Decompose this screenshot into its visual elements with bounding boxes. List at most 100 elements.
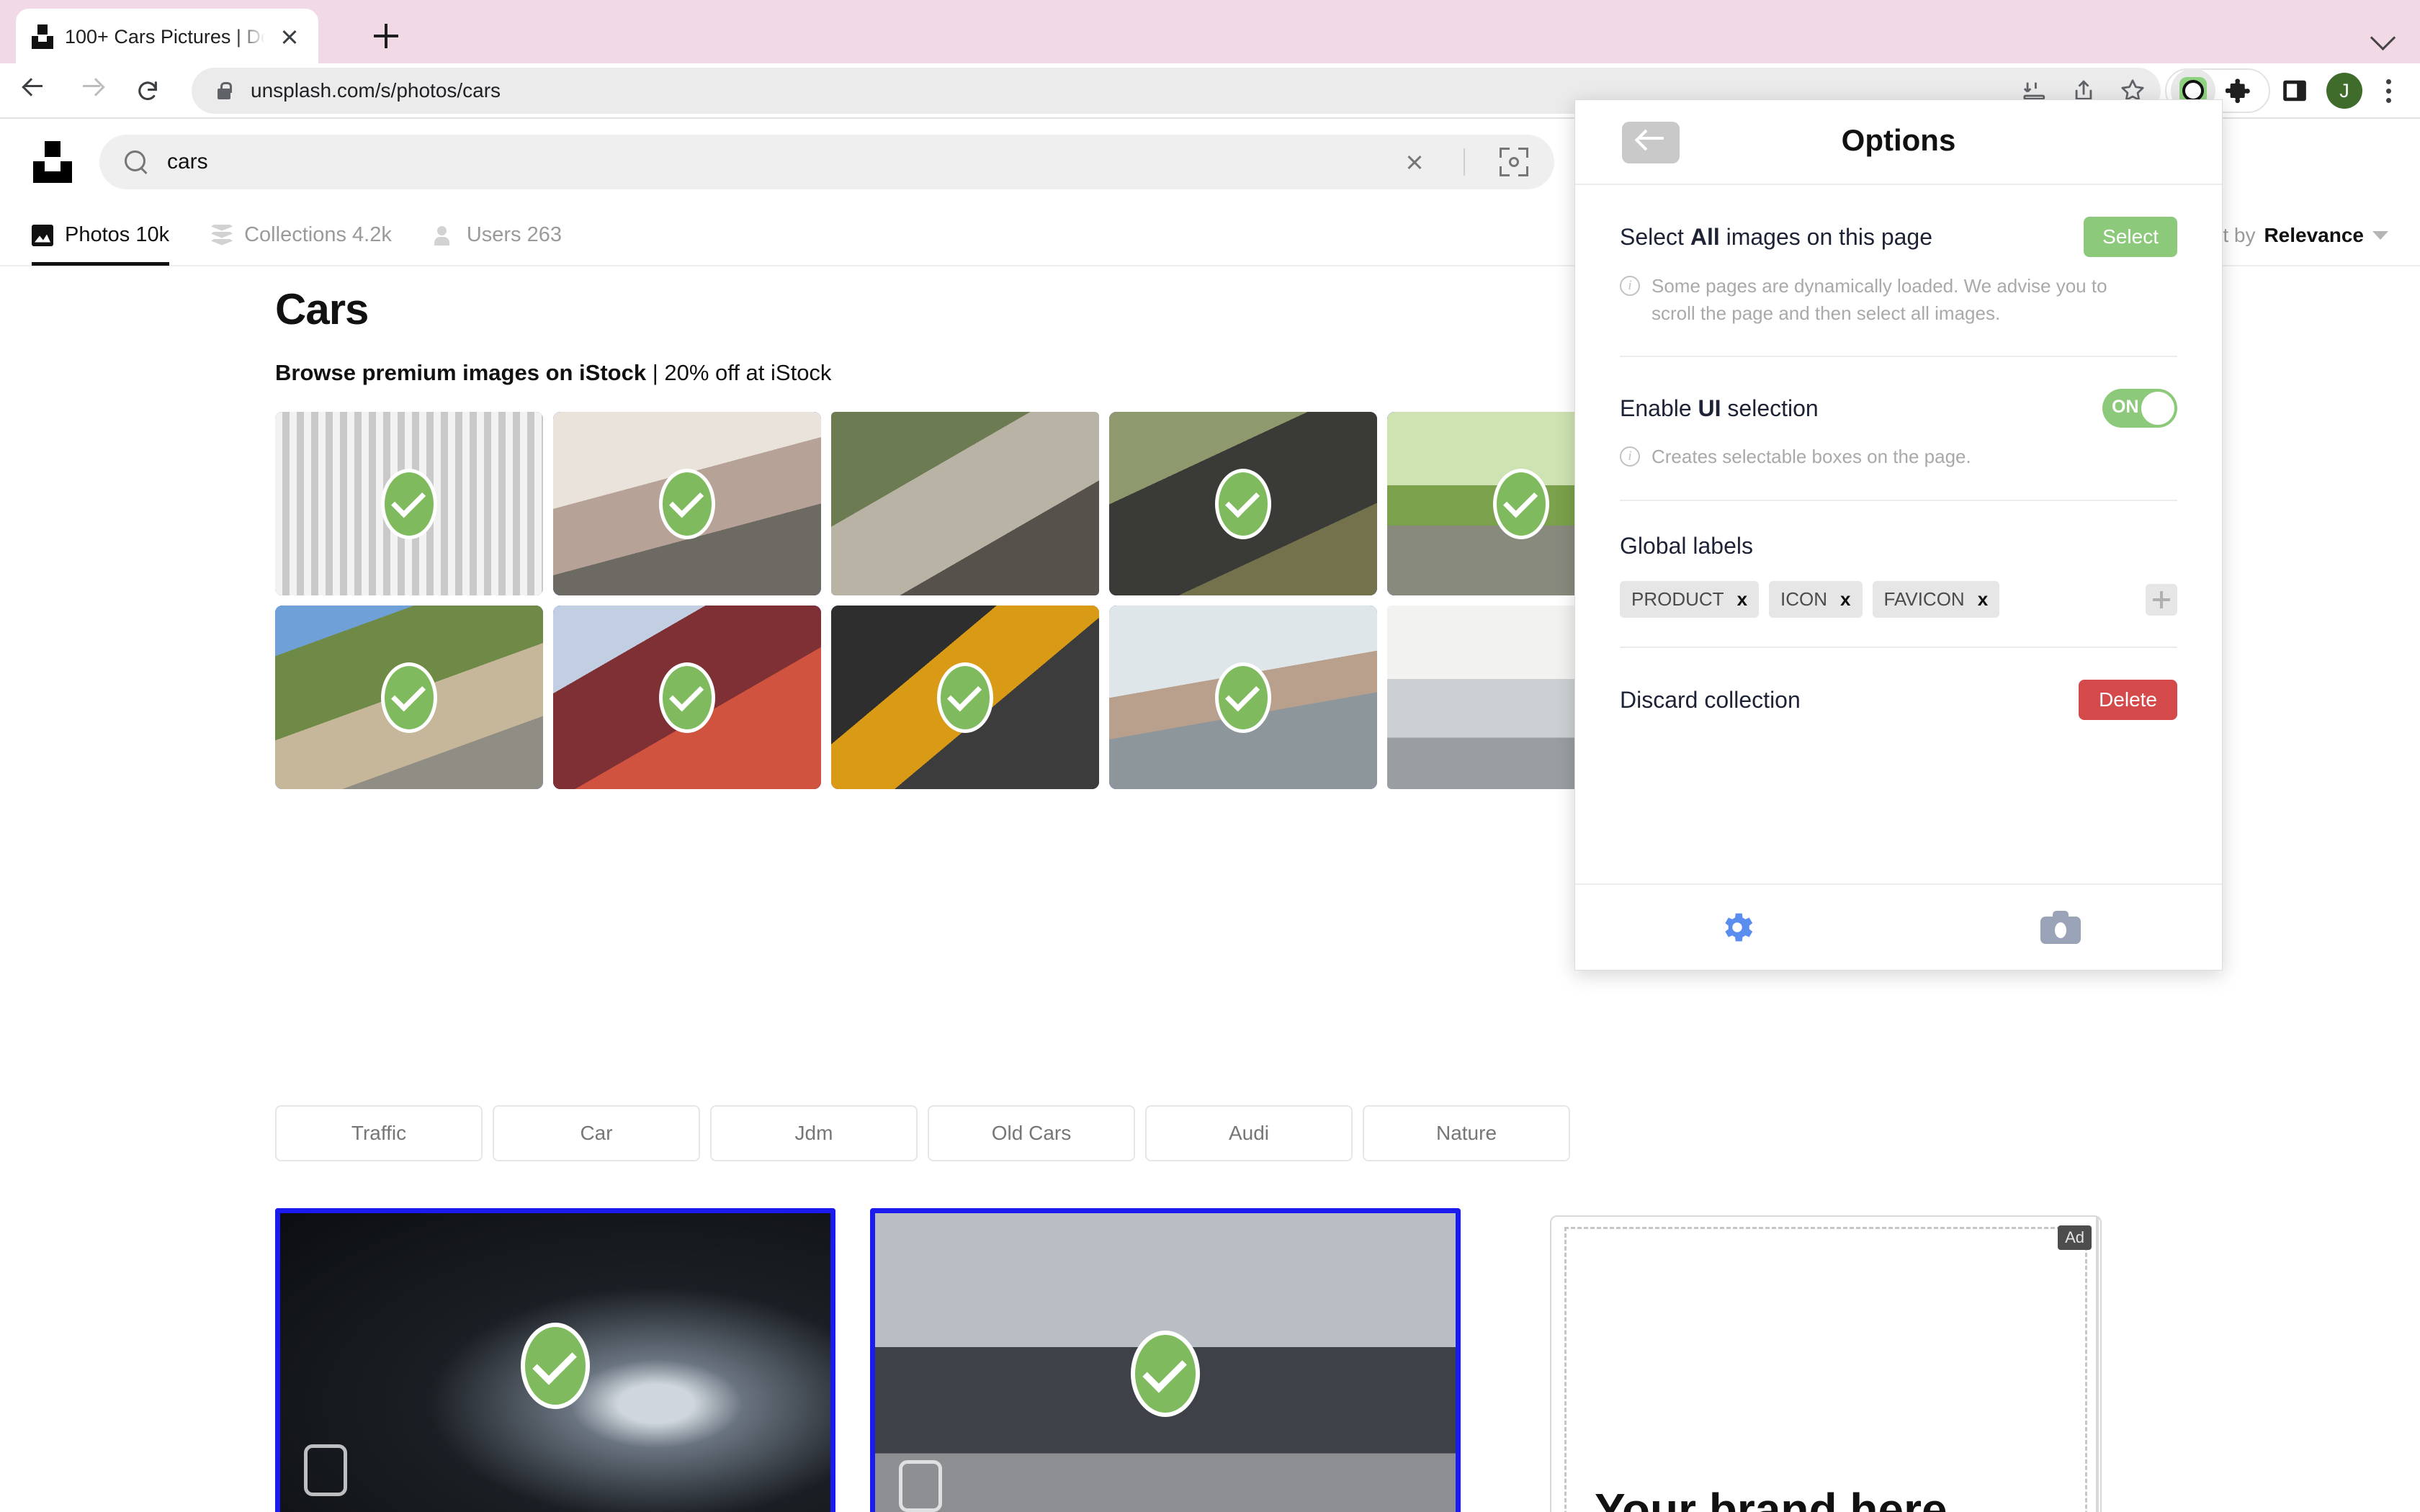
remove-label-icon[interactable]: x [1737, 588, 1747, 611]
clear-search-icon[interactable] [1399, 146, 1430, 178]
ui-selection-hint-text: Creates selectable boxes on the page. [1652, 446, 1971, 468]
close-icon[interactable] [275, 22, 304, 51]
search-bar[interactable]: cars [99, 135, 1554, 189]
related-tag-pill[interactable]: Traffic [275, 1105, 483, 1161]
related-tag-pill[interactable]: Audi [1145, 1105, 1353, 1161]
istock-thumbnail[interactable] [275, 412, 543, 595]
select-all-prefix: Select [1620, 223, 1690, 250]
selected-check-icon[interactable] [937, 662, 993, 733]
global-label-chip[interactable]: FAVICON x [1872, 581, 2000, 618]
istock-promo-rest: | 20% off at iStock [646, 360, 832, 385]
select-all-hint-text: Some pages are dynamically loaded. We ad… [1652, 275, 2107, 324]
related-tag-pills: Traffic Car Jdm Old Cars Audi Nature [275, 1105, 1570, 1161]
add-label-button[interactable] [2146, 583, 2177, 616]
options-panel: Options Select All images on this page S… [1574, 99, 2223, 971]
istock-thumbnail[interactable] [553, 412, 821, 595]
global-labels-heading: Global labels [1620, 533, 1753, 559]
tab-users[interactable]: Users 263 [434, 204, 562, 266]
side-panel-icon[interactable] [2270, 66, 2319, 115]
options-panel-body: Select All images on this page Select i … [1575, 185, 2222, 752]
options-panel-header: Options [1575, 100, 2222, 185]
settings-slot[interactable] [1575, 908, 1899, 947]
users-icon [434, 225, 455, 246]
tab-collections[interactable]: Collections 4.2k [211, 204, 392, 266]
related-tag-pill[interactable]: Car [493, 1105, 700, 1161]
chevron-down-icon [2372, 230, 2388, 240]
info-icon: i [1620, 446, 1640, 467]
remove-label-icon[interactable]: x [1978, 588, 1988, 611]
page-title: Cars [275, 285, 369, 333]
search-icon [124, 150, 148, 174]
ui-selection-suffix: selection [1721, 395, 1819, 421]
selected-check-icon[interactable] [1493, 468, 1549, 539]
select-all-button[interactable]: Select [2084, 217, 2177, 257]
photo-card: Car Images & PicturesBaltimoreLight Back… [275, 1208, 835, 1512]
related-tag-pill[interactable]: Nature [1363, 1105, 1570, 1161]
advertisement-box[interactable]: Ad Your brand here [1550, 1215, 2102, 1512]
ui-selection-toggle[interactable]: ON [2102, 389, 2177, 428]
select-all-label: Select All images on this page [1620, 224, 1932, 251]
istock-thumbnail[interactable] [1109, 412, 1377, 595]
select-all-bold: All [1690, 223, 1720, 250]
ui-selection-label: Enable UI selection [1620, 395, 1819, 422]
remove-label-icon[interactable]: x [1840, 588, 1850, 611]
options-panel-footer [1575, 883, 2222, 970]
extensions-puzzle-icon[interactable] [2215, 66, 2264, 115]
selection-checkbox[interactable] [899, 1460, 942, 1512]
tab-photos[interactable]: Photos 10k [32, 204, 170, 266]
discard-collection-row: Discard collection Delete [1620, 648, 2177, 752]
chrome-menu-icon[interactable] [2370, 69, 2407, 112]
selection-checkbox[interactable] [304, 1444, 347, 1496]
ad-badge: Ad [2058, 1225, 2092, 1250]
istock-promo-bold[interactable]: Browse premium images on iStock [275, 360, 646, 385]
new-tab-button[interactable] [367, 17, 405, 55]
istock-thumbnail[interactable] [275, 606, 543, 789]
info-icon: i [1620, 276, 1640, 296]
tab-users-label: Users 263 [466, 223, 562, 246]
profile-avatar[interactable]: J [2326, 73, 2362, 109]
tab-title: 100+ Cars Pictures | Download [65, 25, 265, 48]
camera-icon[interactable] [2040, 911, 2081, 944]
global-label-text: ICON [1780, 588, 1828, 611]
selected-check-icon[interactable] [381, 662, 437, 733]
sort-by-value: Relevance [2264, 223, 2364, 246]
visual-search-icon[interactable] [1498, 146, 1530, 178]
selected-check-icon[interactable] [1215, 468, 1271, 539]
browser-tab[interactable]: 100+ Cars Pictures | Download [16, 9, 318, 65]
forward-button[interactable] [68, 67, 115, 114]
global-label-text: PRODUCT [1631, 588, 1724, 611]
related-tag-pill[interactable]: Old Cars [928, 1105, 1135, 1161]
search-input[interactable]: cars [167, 150, 1380, 174]
delete-collection-button[interactable]: Delete [2079, 680, 2177, 721]
reload-button[interactable] [124, 67, 171, 114]
collections-icon [211, 224, 233, 246]
ad-brand-text: Your brand here [1595, 1484, 1948, 1512]
gear-icon[interactable] [1718, 908, 1757, 947]
istock-thumbnail[interactable] [1109, 606, 1377, 789]
photo-card-image[interactable] [870, 1208, 1461, 1512]
scrollbar[interactable] [2096, 1217, 2099, 1512]
selected-check-icon[interactable] [1131, 1331, 1200, 1417]
selected-check-icon[interactable] [521, 1323, 590, 1409]
selected-check-icon[interactable] [659, 468, 715, 539]
unsplash-logo-icon[interactable] [32, 141, 73, 183]
photo-card-image[interactable] [275, 1208, 835, 1512]
back-button[interactable] [10, 67, 58, 114]
selected-check-icon[interactable] [381, 468, 437, 539]
global-label-chip[interactable]: ICON x [1769, 581, 1863, 618]
selected-check-icon[interactable] [1215, 662, 1271, 733]
ui-selection-hint: i Creates selectable boxes on the page. [1620, 444, 2177, 500]
photo-card: VehicleSan Francisco2016 Mustang Gt [870, 1208, 1461, 1512]
related-tag-pill[interactable]: Jdm [710, 1105, 918, 1161]
chevron-down-icon[interactable] [2371, 23, 2396, 48]
selected-check-icon[interactable] [659, 662, 715, 733]
camera-slot[interactable] [1899, 911, 2222, 944]
global-label-chip[interactable]: PRODUCT x [1620, 581, 1760, 618]
select-all-suffix: images on this page [1719, 223, 1933, 250]
tab-strip: 100+ Cars Pictures | Download [0, 0, 2420, 65]
url-text: unsplash.com/s/photos/cars [251, 79, 501, 102]
ad-dashed-frame [1564, 1227, 2087, 1512]
istock-thumbnail[interactable] [553, 606, 821, 789]
istock-thumbnail[interactable] [831, 412, 1099, 595]
istock-thumbnail[interactable] [831, 606, 1099, 789]
